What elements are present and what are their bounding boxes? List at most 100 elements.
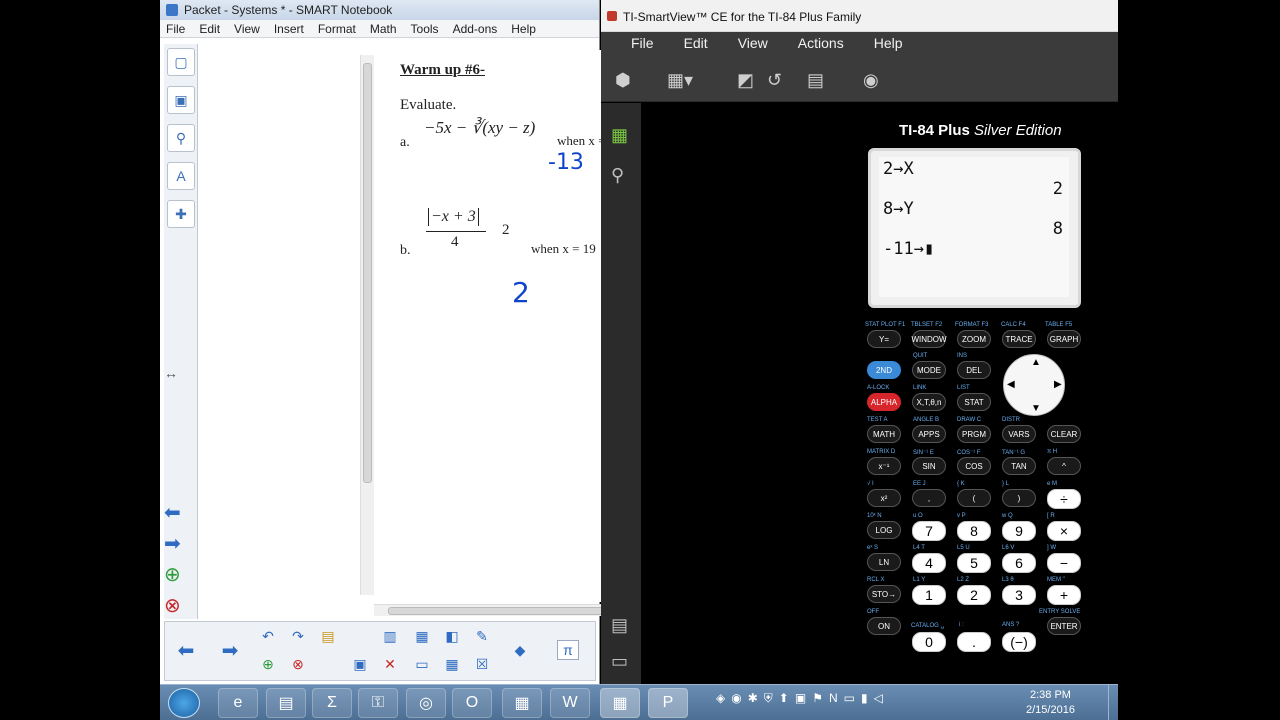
tray-bluetooth-icon[interactable]: ✱ <box>748 691 758 706</box>
security-app-icon[interactable]: ⚿ <box>358 688 398 718</box>
document-camera-icon[interactable]: ◧ <box>441 626 463 646</box>
next-page-icon[interactable]: ➡ <box>164 531 194 556</box>
menu-insert[interactable]: Insert <box>274 22 304 37</box>
key-power[interactable]: ^ <box>1047 457 1081 475</box>
attachments-icon[interactable]: ⚲ <box>167 124 195 152</box>
arrow-right-icon[interactable]: ▶ <box>1054 379 1062 390</box>
smartview-titlebar[interactable]: TI-SmartView™ CE for the TI-84 Plus Fami… <box>601 0 1118 32</box>
key-graph[interactable]: GRAPH <box>1047 330 1081 348</box>
tray-volume-icon[interactable]: ◁ <box>874 691 883 706</box>
key-subtract[interactable]: − <box>1047 553 1081 573</box>
key-decimal[interactable]: . <box>957 632 991 652</box>
key-9[interactable]: 9 <box>1002 521 1036 541</box>
previous-page-icon[interactable]: ⬅ <box>164 500 194 525</box>
paste-icon[interactable]: ▥ <box>379 626 401 646</box>
menu-tools[interactable]: Tools <box>411 22 439 37</box>
key-0[interactable]: 0 <box>912 632 946 652</box>
key-mode[interactable]: MODE <box>912 361 946 379</box>
key-7[interactable]: 7 <box>912 521 946 541</box>
key-close-paren[interactable]: ) <box>1002 489 1036 507</box>
display-icon[interactable]: ▭ <box>611 651 628 672</box>
key-xttheta[interactable]: X,T,θ,n <box>912 393 946 411</box>
outlook-icon[interactable]: O <box>452 688 492 718</box>
tray-update-icon[interactable]: ⬆ <box>779 691 789 706</box>
ti-menu-actions[interactable]: Actions <box>798 35 844 56</box>
redo-icon[interactable]: ↷ <box>287 626 309 646</box>
fill-icon[interactable]: ◆ <box>509 640 531 660</box>
calculator-app-icon[interactable]: ▦ <box>502 688 542 718</box>
back-arrow-icon[interactable]: ⬅ <box>175 640 197 662</box>
scroll-thumb[interactable] <box>363 63 372 483</box>
close-icon[interactable]: ☒ <box>471 654 493 674</box>
menu-format[interactable]: Format <box>318 22 356 37</box>
menu-file[interactable]: File <box>166 22 185 37</box>
menu-edit[interactable]: Edit <box>199 22 220 37</box>
menu-view[interactable]: View <box>234 22 260 37</box>
key-vars[interactable]: VARS <box>1002 425 1036 443</box>
key-open-paren[interactable]: ( <box>957 489 991 507</box>
key-prgm[interactable]: PRGM <box>957 425 991 443</box>
key-enter[interactable]: ENTER <box>1047 617 1081 635</box>
key-on[interactable]: ON <box>867 617 901 635</box>
tray-flag-icon[interactable]: ⚑ <box>812 691 823 706</box>
key-inverse[interactable]: x⁻¹ <box>867 457 901 475</box>
show-desktop-button[interactable] <box>1108 685 1118 720</box>
tray-app-icon[interactable]: ◉ <box>731 691 741 706</box>
arrow-left-icon[interactable]: ◀ <box>1007 379 1015 390</box>
magic-pen-icon[interactable]: ✎ <box>471 626 493 646</box>
smart-notebook-taskbar-icon[interactable]: P <box>648 688 688 718</box>
key-stat[interactable]: STAT <box>957 393 991 411</box>
key-tan[interactable]: TAN <box>1002 457 1036 475</box>
arrow-up-icon[interactable]: ▲ <box>1031 357 1041 368</box>
page-sorter-icon[interactable]: ▢ <box>167 48 195 76</box>
key-ln[interactable]: LN <box>867 553 901 571</box>
key-history-icon[interactable]: ◩ <box>737 70 754 91</box>
key-zoom[interactable]: ZOOM <box>957 330 991 348</box>
internet-explorer-icon[interactable]: e <box>218 688 258 718</box>
key-square[interactable]: x² <box>867 489 901 507</box>
file-explorer-icon[interactable]: ▤ <box>266 688 306 718</box>
gallery-icon[interactable]: ▣ <box>167 86 195 114</box>
key-del[interactable]: DEL <box>957 361 991 379</box>
key-4[interactable]: 4 <box>912 553 946 573</box>
tray-display-icon[interactable]: ▣ <box>795 691 806 706</box>
key-5[interactable]: 5 <box>957 553 991 573</box>
math-pi-icon[interactable]: π <box>557 640 579 660</box>
key-alpha[interactable]: ALPHA <box>867 393 901 411</box>
delete-icon[interactable]: ✕ <box>379 654 401 674</box>
arrow-dpad[interactable]: ▲ ▼ ◀ ▶ <box>1003 354 1065 416</box>
vertical-scrollbar[interactable] <box>360 55 374 595</box>
arrow-down-icon[interactable]: ▼ <box>1031 403 1041 414</box>
key-2[interactable]: 2 <box>957 585 991 605</box>
chrome-icon[interactable]: ◎ <box>406 688 446 718</box>
delete-page-toolbar-icon[interactable]: ⊗ <box>287 654 309 674</box>
tray-monitor-icon[interactable]: ▭ <box>844 691 855 706</box>
key-press-history-icon[interactable]: ▤ <box>611 615 628 636</box>
key-sin[interactable]: SIN <box>912 457 946 475</box>
key-divide[interactable]: ÷ <box>1047 489 1081 509</box>
calculator-select-icon[interactable]: ▦▾ <box>667 70 693 91</box>
start-button[interactable] <box>168 688 200 718</box>
menu-addons[interactable]: Add-ons <box>453 22 498 37</box>
key-math[interactable]: MATH <box>867 425 901 443</box>
ti-menu-help[interactable]: Help <box>874 35 903 56</box>
key-1[interactable]: 1 <box>912 585 946 605</box>
smartview-taskbar-icon[interactable]: ▦ <box>600 688 640 718</box>
ti-menu-view[interactable]: View <box>738 35 768 56</box>
key-apps[interactable]: APPS <box>912 425 946 443</box>
camera-icon[interactable]: ◉ <box>863 70 879 91</box>
key-8[interactable]: 8 <box>957 521 991 541</box>
search-icon[interactable]: ⚲ <box>611 165 624 186</box>
key-y-equals[interactable]: Y= <box>867 330 901 348</box>
menu-help[interactable]: Help <box>511 22 536 37</box>
ti-menu-file[interactable]: File <box>631 35 654 56</box>
tray-battery-icon[interactable]: ▮ <box>861 691 868 706</box>
ti-menu-edit[interactable]: Edit <box>684 35 708 56</box>
key-2nd[interactable]: 2ND <box>867 361 901 379</box>
word-icon[interactable]: W <box>550 688 590 718</box>
save-icon[interactable]: ▣ <box>349 654 371 674</box>
open-folder-icon[interactable]: ▤ <box>317 626 339 646</box>
key-add[interactable]: + <box>1047 585 1081 605</box>
forward-arrow-icon[interactable]: ➡ <box>219 640 241 662</box>
tray-onenote-icon[interactable]: N <box>829 691 838 706</box>
